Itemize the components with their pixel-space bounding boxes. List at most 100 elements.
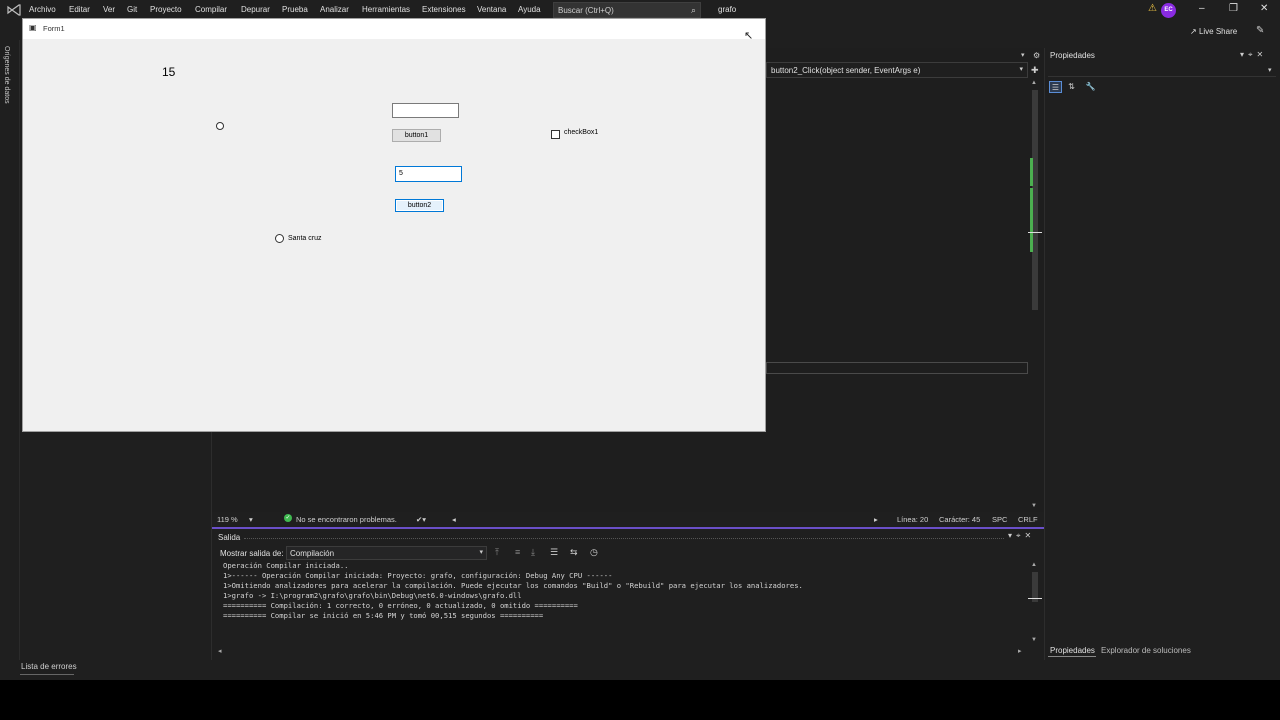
alphabetical-icon[interactable]: ⇅ bbox=[1065, 81, 1078, 93]
current-line-highlight bbox=[766, 362, 1028, 374]
scroll-right-icon[interactable]: ▸ bbox=[1018, 647, 1022, 655]
show-output-from-label: Mostrar salida de: bbox=[220, 549, 284, 558]
show-output-from-select[interactable]: Compilación ▾ bbox=[286, 546, 487, 560]
menu-analizar[interactable]: Analizar bbox=[320, 5, 349, 14]
chevron-down-icon[interactable]: ▾ bbox=[1021, 51, 1025, 59]
issues-status[interactable]: No se encontraron problemas. bbox=[296, 515, 397, 524]
left-tool-strip bbox=[0, 40, 20, 660]
zoom-dropdown-icon[interactable]: ▾ bbox=[249, 515, 253, 524]
search-placeholder: Buscar (Ctrl+Q) bbox=[558, 6, 614, 15]
menu-extensiones[interactable]: Extensiones bbox=[422, 5, 466, 14]
scroll-right-icon[interactable]: ▸ bbox=[874, 515, 878, 524]
button1[interactable]: button1 bbox=[392, 129, 441, 142]
live-share-label: Live Share bbox=[1198, 27, 1238, 36]
find-next-icon[interactable]: ⤓ bbox=[531, 547, 535, 558]
properties-title: Propiedades bbox=[1050, 51, 1095, 60]
show-output-from-value: Compilación bbox=[290, 549, 335, 558]
label1: 15 bbox=[162, 65, 176, 79]
active-tab-indicator bbox=[1048, 656, 1096, 657]
scroll-left-icon[interactable]: ◂ bbox=[452, 515, 456, 524]
find-previous-icon[interactable]: ⤒ bbox=[495, 547, 499, 558]
change-marker bbox=[1030, 188, 1033, 252]
menu-editar[interactable]: Editar bbox=[69, 5, 90, 14]
form1-titlebar[interactable]: ▣ Form1 ↖ bbox=[23, 19, 765, 42]
member-dropdown[interactable]: button2_Click(object sender, EventArgs e… bbox=[766, 62, 1028, 78]
solution-name: grafo bbox=[718, 5, 737, 14]
search-input[interactable]: Buscar (Ctrl+Q) ⌕ bbox=[553, 2, 701, 18]
line-ending[interactable]: CRLF bbox=[1018, 515, 1038, 524]
caret-position-marker bbox=[1028, 232, 1042, 233]
chevron-down-icon[interactable]: ▾ bbox=[1268, 66, 1272, 74]
menu-archivo[interactable]: Archivo bbox=[29, 5, 56, 14]
caret-position-marker bbox=[1028, 598, 1042, 599]
line-number[interactable]: Línea: 20 bbox=[897, 515, 928, 524]
clear-all-icon[interactable]: ☰ bbox=[550, 547, 558, 558]
live-share-button[interactable]: ↗ Live Share bbox=[1190, 27, 1237, 36]
output-title: Salida bbox=[218, 533, 241, 542]
go-to-message-icon[interactable]: ≡ bbox=[515, 547, 520, 557]
scroll-left-icon[interactable]: ◂ bbox=[218, 647, 222, 655]
code-cleanup-icon[interactable]: ✔▾ bbox=[416, 515, 426, 524]
radio-button-1[interactable] bbox=[216, 122, 224, 130]
menu-ayuda[interactable]: Ayuda bbox=[518, 5, 541, 14]
editor-status-bar: 119 % ▾ No se encontraron problemas. ✔▾ … bbox=[212, 512, 1044, 526]
tab-error-list[interactable]: Lista de errores bbox=[21, 662, 77, 671]
chevron-down-icon: ▾ bbox=[479, 549, 483, 556]
menu-depurar[interactable]: Depurar bbox=[241, 5, 270, 14]
tab-propiedades[interactable]: Propiedades bbox=[1050, 646, 1095, 655]
menu-bar: Archivo Editar Ver Git Proyecto Compilar… bbox=[0, 0, 1280, 20]
property-pages-icon[interactable]: 🔧 bbox=[1084, 81, 1097, 93]
minimize-icon[interactable]: – bbox=[1199, 3, 1205, 14]
menu-git[interactable]: Git bbox=[127, 5, 137, 14]
radio-button-santa-cruz[interactable] bbox=[275, 234, 284, 243]
spacing-mode[interactable]: SPC bbox=[992, 515, 1007, 524]
scroll-down-icon[interactable]: ▼ bbox=[1031, 637, 1037, 643]
object-selector[interactable] bbox=[1048, 63, 1276, 77]
menu-herramientas[interactable]: Herramientas bbox=[362, 5, 410, 14]
gear-icon[interactable]: ⚙ bbox=[1033, 51, 1040, 60]
check-circle-icon: ✓ bbox=[284, 514, 292, 522]
active-tab-indicator bbox=[20, 674, 74, 675]
output-line: Operación Compilar iniciada.. bbox=[223, 561, 349, 570]
menu-ver[interactable]: Ver bbox=[103, 5, 115, 14]
output-window-controls[interactable]: ▾⌖✕ bbox=[1008, 531, 1035, 541]
radio-santa-cruz-label[interactable]: Santa cruz bbox=[288, 235, 321, 242]
tab-explorador-soluciones[interactable]: Explorador de soluciones bbox=[1101, 646, 1191, 655]
scroll-up-icon[interactable]: ▲ bbox=[1031, 562, 1037, 568]
datasource-tab[interactable]: Orígenes de datos bbox=[3, 46, 10, 104]
menu-prueba[interactable]: Prueba bbox=[282, 5, 308, 14]
mouse-cursor-icon: ↖ bbox=[744, 30, 754, 42]
scroll-down-icon[interactable]: ▼ bbox=[1031, 503, 1037, 509]
member-dropdown-value: button2_Click(object sender, EventArgs e… bbox=[771, 66, 921, 75]
visual-studio-logo-icon bbox=[7, 4, 21, 16]
menu-ventana[interactable]: Ventana bbox=[477, 5, 506, 14]
scroll-up-icon[interactable]: ▲ bbox=[1031, 80, 1037, 86]
search-icon: ⌕ bbox=[690, 5, 696, 15]
feedback-icon[interactable]: ✎ bbox=[1256, 25, 1264, 36]
output-line: 1>grafo -> I:\program2\grafo\grafo\bin\D… bbox=[223, 591, 522, 600]
properties-window-controls[interactable]: ▾⌖✕ bbox=[1240, 50, 1267, 60]
char-number[interactable]: Carácter: 45 bbox=[939, 515, 980, 524]
menu-proyecto[interactable]: Proyecto bbox=[150, 5, 182, 14]
warning-icon[interactable]: ⚠ bbox=[1148, 3, 1157, 14]
button2[interactable]: button2 bbox=[395, 199, 444, 212]
close-icon[interactable]: ✕ bbox=[1260, 3, 1268, 14]
checkbox1[interactable] bbox=[551, 130, 560, 139]
output-text[interactable]: Operación Compilar iniciada.. 1>------ Op… bbox=[223, 561, 1023, 621]
avatar[interactable]: EC bbox=[1161, 3, 1176, 18]
textbox1[interactable] bbox=[392, 103, 459, 118]
change-marker bbox=[1030, 158, 1033, 186]
textbox2[interactable]: 5 bbox=[395, 166, 462, 182]
form1-title: Form1 bbox=[43, 24, 65, 33]
categorized-icon[interactable]: ☰ bbox=[1049, 81, 1062, 93]
panel-grip bbox=[244, 538, 1004, 539]
textbox2-value: 5 bbox=[399, 170, 403, 177]
menu-compilar[interactable]: Compilar bbox=[195, 5, 227, 14]
checkbox1-label[interactable]: checkBox1 bbox=[564, 129, 598, 136]
restore-icon[interactable]: ❐ bbox=[1229, 3, 1238, 14]
zoom-level[interactable]: 119 % bbox=[217, 515, 238, 524]
output-line: 1>Omitiendo analizadores para acelerar l… bbox=[223, 581, 803, 590]
word-wrap-icon[interactable]: ⇆ bbox=[570, 547, 578, 558]
split-editor-icon[interactable]: ✚ bbox=[1031, 65, 1039, 76]
clock-icon[interactable]: ◷ bbox=[590, 547, 598, 558]
